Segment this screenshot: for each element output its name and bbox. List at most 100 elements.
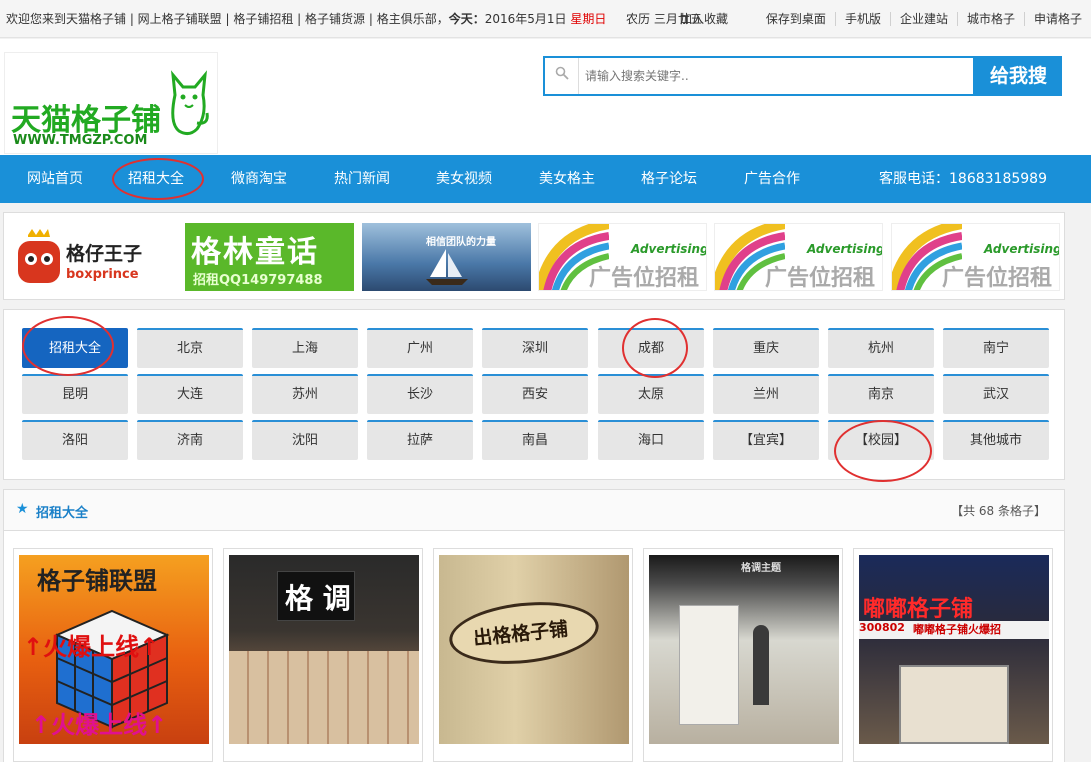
city-button-shenzhen[interactable]: 深圳 — [482, 328, 588, 368]
ad-banner-teamwork[interactable]: 相信团队的力量 — [362, 223, 531, 291]
enterprise-site-link[interactable]: 企业建站 — [889, 12, 957, 26]
nav-item-ads[interactable]: 广告合作 — [744, 155, 800, 203]
ad-teamwork-title: 相信团队的力量 — [426, 237, 496, 248]
save-to-desktop-link[interactable]: 保存到桌面 — [757, 12, 835, 26]
city-button-wuhan[interactable]: 武汉 — [943, 374, 1049, 414]
welcome-message: 欢迎您来到天猫格子铺 | 网上格子铺联盟 | 格子铺招租 | 格子铺货源 | 格… — [6, 12, 449, 26]
listing-photo-chuge[interactable]: 出格格子铺 — [439, 555, 629, 744]
city-button-dalian[interactable]: 大连 — [137, 374, 243, 414]
city-button-campus[interactable]: 【校园】 — [828, 420, 934, 460]
city-button-suzhou[interactable]: 苏州 — [252, 374, 358, 414]
search-box — [543, 56, 975, 96]
ad-grimm-sub: 招租QQ149797488 — [193, 273, 323, 288]
header: 天猫格子铺 WWW.TMGZP.COM 给我搜 — [0, 39, 1091, 155]
city-button-chongqing[interactable]: 重庆 — [713, 328, 819, 368]
city-button-nanjing[interactable]: 南京 — [828, 374, 934, 414]
city-button-nanning[interactable]: 南宁 — [943, 328, 1049, 368]
ad-banner-slot-2[interactable]: Advertising 广告位招租 — [714, 223, 883, 291]
nav-item-home[interactable]: 网站首页 — [27, 155, 83, 203]
listing-photo-gediao[interactable]: 格 调 — [229, 555, 419, 744]
ad-boxprince-title: 格仔王子 — [66, 243, 143, 265]
city-button-beijing[interactable]: 北京 — [137, 328, 243, 368]
ad-slot-2-label: Advertising — [807, 242, 883, 256]
search-divider — [578, 58, 579, 94]
display-cabinet — [679, 605, 739, 725]
photo-caption-hot-2: ↑火爆上线↑ — [31, 711, 168, 739]
mobile-version-link[interactable]: 手机版 — [834, 12, 890, 26]
ad-banner-slot-3[interactable]: Advertising 广告位招租 — [891, 223, 1060, 291]
ad-banner-grimm[interactable]: 格林童话 招租QQ149797488 — [185, 223, 354, 291]
ad-slot-3-text: 广告位招租 — [942, 266, 1053, 291]
star-icon: ★ — [16, 501, 29, 517]
top-links: 保存到桌面 手机版 企业建站 城市格子 申请格子 — [757, 0, 1091, 26]
city-button-lhasa[interactable]: 拉萨 — [367, 420, 473, 460]
city-booth-link[interactable]: 城市格子 — [956, 12, 1024, 26]
city-button-xian[interactable]: 西安 — [482, 374, 588, 414]
current-weekday: 星期日 — [570, 12, 607, 26]
listing-photo-dudu[interactable]: 嘟嘟格子铺 300802 嘟嘟格子铺火爆招 — [859, 555, 1049, 744]
city-button-shanghai[interactable]: 上海 — [252, 328, 358, 368]
nav-item-news[interactable]: 热门新闻 — [334, 155, 390, 203]
listing-card[interactable]: 出格格子铺 — [433, 548, 633, 762]
city-button-nanchang[interactable]: 南昌 — [482, 420, 588, 460]
city-button-luoyang[interactable]: 洛阳 — [22, 420, 128, 460]
ad-slot-3-label: Advertising — [984, 242, 1060, 256]
city-button-kunming[interactable]: 昆明 — [22, 374, 128, 414]
site-logo[interactable]: 天猫格子铺 WWW.TMGZP.COM — [4, 52, 218, 154]
ad-banner-row: 格仔王子 boxprince 格林童话 招租QQ149797488 相信团队的力… — [3, 212, 1065, 300]
listing-photo-interior[interactable]: 格调主题 — [649, 555, 839, 744]
crown-mascot-icon — [18, 229, 60, 283]
listing-card[interactable]: 格调主题 — [643, 548, 843, 762]
city-button-shenyang[interactable]: 沈阳 — [252, 420, 358, 460]
listing-title: 招租大全 — [36, 506, 89, 521]
search-input[interactable] — [585, 64, 965, 88]
city-button-chengdu[interactable]: 成都 — [598, 328, 704, 368]
main-nav: 网站首页 招租大全 微商淘宝 热门新闻 美女视频 美女格主 格子论坛 广告合作 … — [0, 155, 1091, 203]
listing-card[interactable]: 格子铺联盟 ↑火爆上线↑ ↑火爆上线↑ — [13, 548, 213, 762]
cat-logo-icon — [171, 70, 209, 136]
photo-caption-interior: 格调主题 — [741, 563, 781, 574]
search-button[interactable]: 给我搜 — [975, 56, 1062, 96]
city-button-lanzhou[interactable]: 兰州 — [713, 374, 819, 414]
sailboat-icon — [426, 249, 468, 285]
listing-card[interactable]: 嘟嘟格子铺 300802 嘟嘟格子铺火爆招 — [853, 548, 1053, 762]
city-button-jinan[interactable]: 济南 — [137, 420, 243, 460]
search-icon — [555, 66, 569, 80]
photo-caption-gediao: 格 调 — [285, 582, 351, 615]
person-figure — [753, 625, 769, 705]
listing-card[interactable]: 格 调 — [223, 548, 423, 762]
ad-banner-slot-1[interactable]: Advertising 广告位招租 — [538, 223, 707, 291]
ad-boxprince-sub: boxprince — [66, 267, 139, 282]
nav-item-forum[interactable]: 格子论坛 — [641, 155, 697, 203]
photo-caption-dudu-number: 300802 — [859, 621, 905, 634]
city-button-yibin[interactable]: 【宜宾】 — [713, 420, 819, 460]
listing-header: ★ 招租大全 【共 68 条格子】 — [3, 489, 1065, 531]
city-button-other-cities[interactable]: 其他城市 — [943, 420, 1049, 460]
photo-caption-dudu: 嘟嘟格子铺 — [863, 597, 974, 622]
welcome-text: 欢迎您来到天猫格子铺 | 网上格子铺联盟 | 格子铺招租 | 格子铺货源 | 格… — [6, 0, 606, 38]
apply-booth-link[interactable]: 申请格子 — [1023, 12, 1091, 26]
service-phone: 客服电话：18683185989 — [879, 171, 1047, 187]
photo-caption-dudu-banner: 嘟嘟格子铺火爆招 — [913, 623, 1001, 636]
top-bar: 欢迎您来到天猫格子铺 | 网上格子铺联盟 | 格子铺招租 | 格子铺货源 | 格… — [0, 0, 1091, 38]
city-button-hangzhou[interactable]: 杭州 — [828, 328, 934, 368]
add-favorite-link[interactable]: 加入收藏 — [680, 0, 728, 38]
nav-item-owners[interactable]: 美女格主 — [539, 155, 595, 203]
nav-item-wechat-taobao[interactable]: 微商淘宝 — [231, 155, 287, 203]
logo-url: WWW.TMGZP.COM — [13, 133, 148, 148]
city-button-rentals-all[interactable]: 招租大全 — [22, 328, 128, 368]
listing-photo-union[interactable]: 格子铺联盟 ↑火爆上线↑ ↑火爆上线↑ — [19, 555, 209, 744]
city-button-haikou[interactable]: 海口 — [598, 420, 704, 460]
photo-caption-union: 格子铺联盟 — [37, 567, 157, 595]
city-button-taiyuan[interactable]: 太原 — [598, 374, 704, 414]
listing-count: 【共 68 条格子】 — [951, 504, 1046, 518]
ad-slot-2-text: 广告位招租 — [765, 266, 876, 291]
today-label: 今天： — [448, 12, 485, 26]
nav-item-videos[interactable]: 美女视频 — [436, 155, 492, 203]
nav-item-rentals[interactable]: 招租大全 — [128, 155, 184, 203]
city-button-guangzhou[interactable]: 广州 — [367, 328, 473, 368]
ad-banner-boxprince[interactable]: 格仔王子 boxprince — [12, 223, 180, 291]
ad-slot-1-label: Advertising — [631, 242, 707, 256]
ad-grimm-title: 格林童话 — [191, 235, 319, 270]
city-button-changsha[interactable]: 长沙 — [367, 374, 473, 414]
